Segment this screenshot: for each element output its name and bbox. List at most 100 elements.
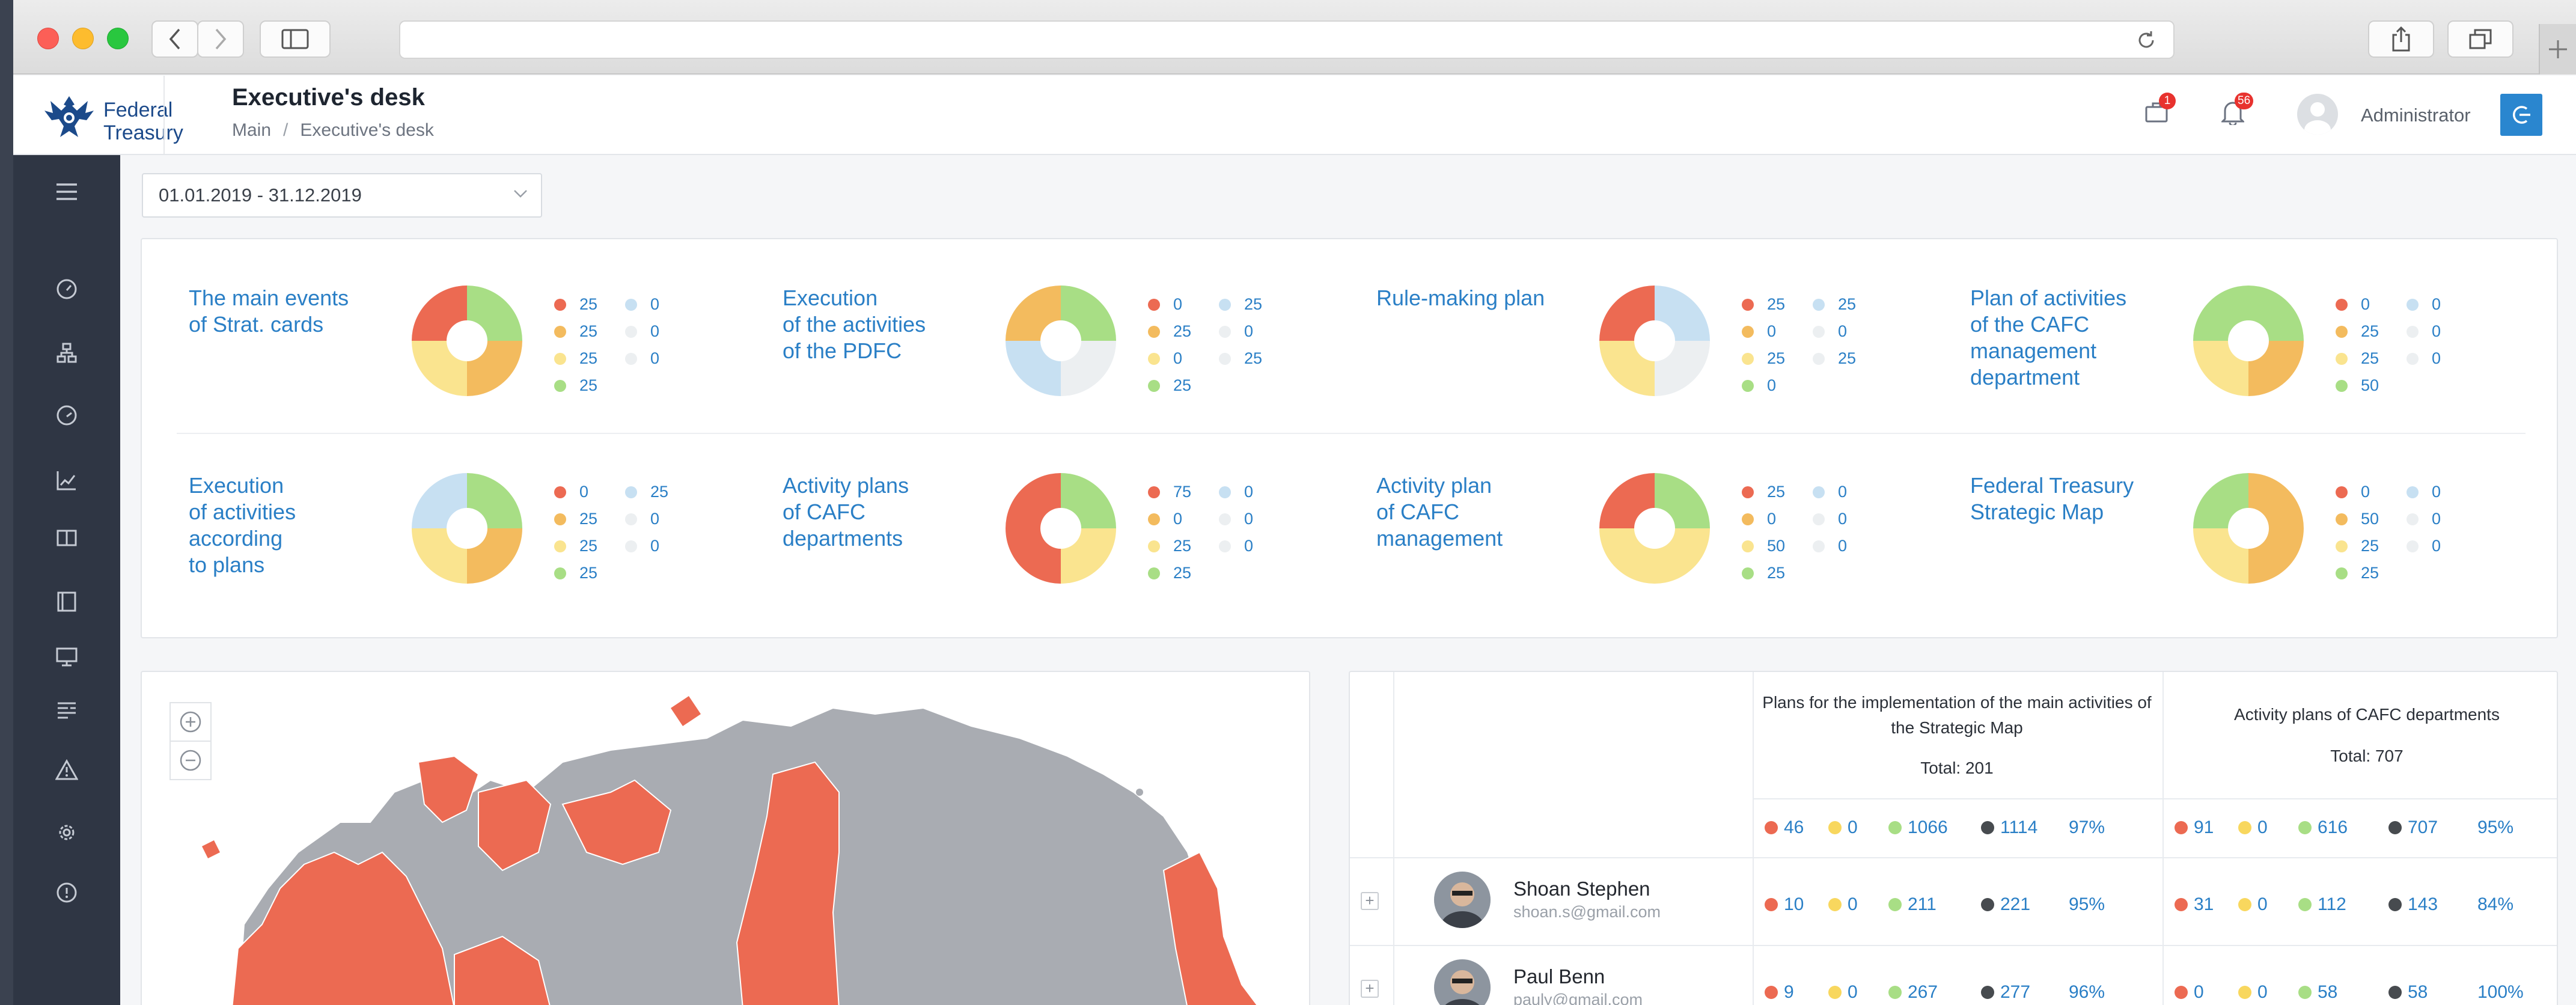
sidebar-item-desktop[interactable] xyxy=(53,643,81,671)
donut-segment-blue[interactable] xyxy=(1655,286,1710,341)
card-title[interactable]: Activity plan of CAFC management xyxy=(1376,472,1563,552)
legend-item[interactable]: 25 xyxy=(554,345,597,372)
legend-item[interactable]: 0 xyxy=(1219,318,1262,345)
tasks-button[interactable]: 1 xyxy=(2144,93,2176,127)
stat-green[interactable]: 616 xyxy=(2298,817,2348,838)
legend-item[interactable]: 25 xyxy=(554,318,597,345)
legend-item[interactable]: 0 xyxy=(625,533,668,560)
stat-dark[interactable]: 1114 xyxy=(1981,817,2037,838)
card-title[interactable]: Activity plans of CAFC departments xyxy=(783,472,969,552)
sidebar-item-registry[interactable] xyxy=(53,588,81,616)
stat-yellow[interactable]: 0 xyxy=(1828,817,1858,838)
stat-pct[interactable]: 100% xyxy=(2477,982,2524,1003)
stat-green[interactable]: 112 xyxy=(2298,894,2346,915)
legend-item[interactable]: 0 xyxy=(1813,318,1856,345)
person-name[interactable]: Paul Benn xyxy=(1513,965,1605,988)
donut-segment-yellow[interactable] xyxy=(2193,528,2248,584)
logout-button[interactable] xyxy=(2500,94,2542,136)
donut-segment-red[interactable] xyxy=(1006,473,1061,584)
legend-item[interactable]: 0 xyxy=(2407,318,2441,345)
legend-item[interactable]: 25 xyxy=(554,372,597,399)
legend-item[interactable]: 0 xyxy=(625,506,668,533)
stat-red[interactable]: 31 xyxy=(2175,894,2214,915)
user-name[interactable]: Administrator xyxy=(2361,105,2471,126)
legend-item[interactable]: 25 xyxy=(554,291,597,318)
menu-toggle[interactable] xyxy=(53,178,81,206)
legend-item[interactable]: 0 xyxy=(2407,533,2441,560)
donut-segment-orange[interactable] xyxy=(1006,286,1061,341)
stat-dark[interactable]: 221 xyxy=(1981,894,2030,915)
donut-segment-green[interactable] xyxy=(1061,286,1116,341)
legend-item[interactable]: 0 xyxy=(625,345,659,372)
legend-item[interactable]: 25 xyxy=(1742,291,1785,318)
stat-red[interactable]: 91 xyxy=(2175,817,2214,838)
legend-item[interactable]: 0 xyxy=(2336,291,2379,318)
sidebar-item-lists[interactable] xyxy=(53,696,81,724)
status-card[interactable]: Plan of activities of the CAFC managemen… xyxy=(1970,239,2565,420)
status-card[interactable]: Execution of the activities of the PDFC 0… xyxy=(783,239,1378,420)
stat-green[interactable]: 267 xyxy=(1888,982,1938,1003)
donut-segment-orange[interactable] xyxy=(2248,341,2304,396)
share-button[interactable] xyxy=(2368,20,2434,58)
legend-item[interactable]: 0 xyxy=(2407,478,2441,506)
donut-segment-gray[interactable] xyxy=(1061,341,1116,396)
sidebar-item-settings[interactable] xyxy=(53,819,81,846)
stat-yellow[interactable]: 0 xyxy=(2238,817,2268,838)
legend-item[interactable]: 50 xyxy=(2336,506,2379,533)
legend-item[interactable]: 0 xyxy=(1148,506,1191,533)
legend-item[interactable]: 0 xyxy=(1219,506,1253,533)
legend-item[interactable]: 0 xyxy=(1219,533,1253,560)
stat-dark[interactable]: 58 xyxy=(2388,982,2428,1003)
status-card[interactable]: Activity plan of CAFC management 25 0 50 25 0… xyxy=(1376,427,1971,607)
card-title[interactable]: Federal Treasury Strategic Map xyxy=(1970,472,2156,525)
status-card[interactable]: Execution of activities according to pla… xyxy=(189,427,784,607)
legend-item[interactable]: 50 xyxy=(1742,533,1785,560)
card-title[interactable]: Execution of the activities of the PDFC xyxy=(783,285,969,364)
donut-segment-gray[interactable] xyxy=(1655,341,1710,396)
legend-item[interactable]: 0 xyxy=(1742,372,1785,399)
sidebar-toggle-button[interactable] xyxy=(260,20,331,58)
status-card[interactable]: The main events of Strat. cards 25 25 25 25 0… xyxy=(189,239,784,420)
legend-item[interactable]: 25 xyxy=(1148,372,1191,399)
donut-segment-orange[interactable] xyxy=(2248,473,2304,584)
stat-pct[interactable]: 96% xyxy=(2069,982,2105,1003)
legend-item[interactable]: 0 xyxy=(554,478,597,506)
legend-item[interactable]: 25 xyxy=(1742,478,1785,506)
stat-yellow[interactable]: 0 xyxy=(1828,894,1858,915)
donut-segment-green[interactable] xyxy=(2193,286,2248,341)
legend-item[interactable]: 0 xyxy=(1742,318,1785,345)
stat-green[interactable]: 1066 xyxy=(1888,817,1948,838)
federal-treasury-logo[interactable]: Federal Treasury xyxy=(43,89,183,144)
legend-item[interactable]: 25 xyxy=(1742,560,1785,587)
donut-segment-yellow[interactable] xyxy=(412,528,467,584)
donut-segment-red[interactable] xyxy=(1599,286,1655,341)
donut-segment-yellow[interactable] xyxy=(1599,528,1710,584)
legend-item[interactable]: 0 xyxy=(2407,506,2441,533)
donut-segment-red[interactable] xyxy=(1599,473,1655,528)
card-title[interactable]: Rule-making plan xyxy=(1376,285,1563,311)
stat-red[interactable]: 10 xyxy=(1765,894,1804,915)
sidebar-item-monitoring[interactable] xyxy=(53,402,81,429)
legend-item[interactable]: 25 xyxy=(2336,318,2379,345)
legend-item[interactable]: 25 xyxy=(1219,291,1262,318)
map-island-novaya[interactable] xyxy=(671,696,701,726)
legend-item[interactable]: 75 xyxy=(1148,478,1191,506)
status-card[interactable]: Activity plans of CAFC departments 75 0 25 2… xyxy=(783,427,1378,607)
donut-segment-yellow[interactable] xyxy=(1061,528,1116,584)
legend-item[interactable]: 0 xyxy=(2336,478,2379,506)
sidebar-item-analytics[interactable] xyxy=(53,466,81,494)
donut-segment-red[interactable] xyxy=(412,286,467,341)
card-title[interactable]: Execution of activities according to pla… xyxy=(189,472,375,578)
legend-item[interactable]: 25 xyxy=(1148,533,1191,560)
legend-item[interactable]: 25 xyxy=(1219,345,1262,372)
legend-item[interactable]: 0 xyxy=(1813,506,1847,533)
legend-item[interactable]: 25 xyxy=(1148,560,1191,587)
expand-row-button[interactable]: + xyxy=(1361,980,1379,998)
stat-red[interactable]: 46 xyxy=(1765,817,1804,838)
donut-segment-blue[interactable] xyxy=(412,473,467,528)
address-bar[interactable] xyxy=(399,20,2175,59)
stat-pct[interactable]: 95% xyxy=(2477,817,2513,838)
legend-item[interactable]: 0 xyxy=(625,318,659,345)
legend-item[interactable]: 25 xyxy=(554,506,597,533)
map-island-kaliningrad[interactable] xyxy=(202,840,220,858)
